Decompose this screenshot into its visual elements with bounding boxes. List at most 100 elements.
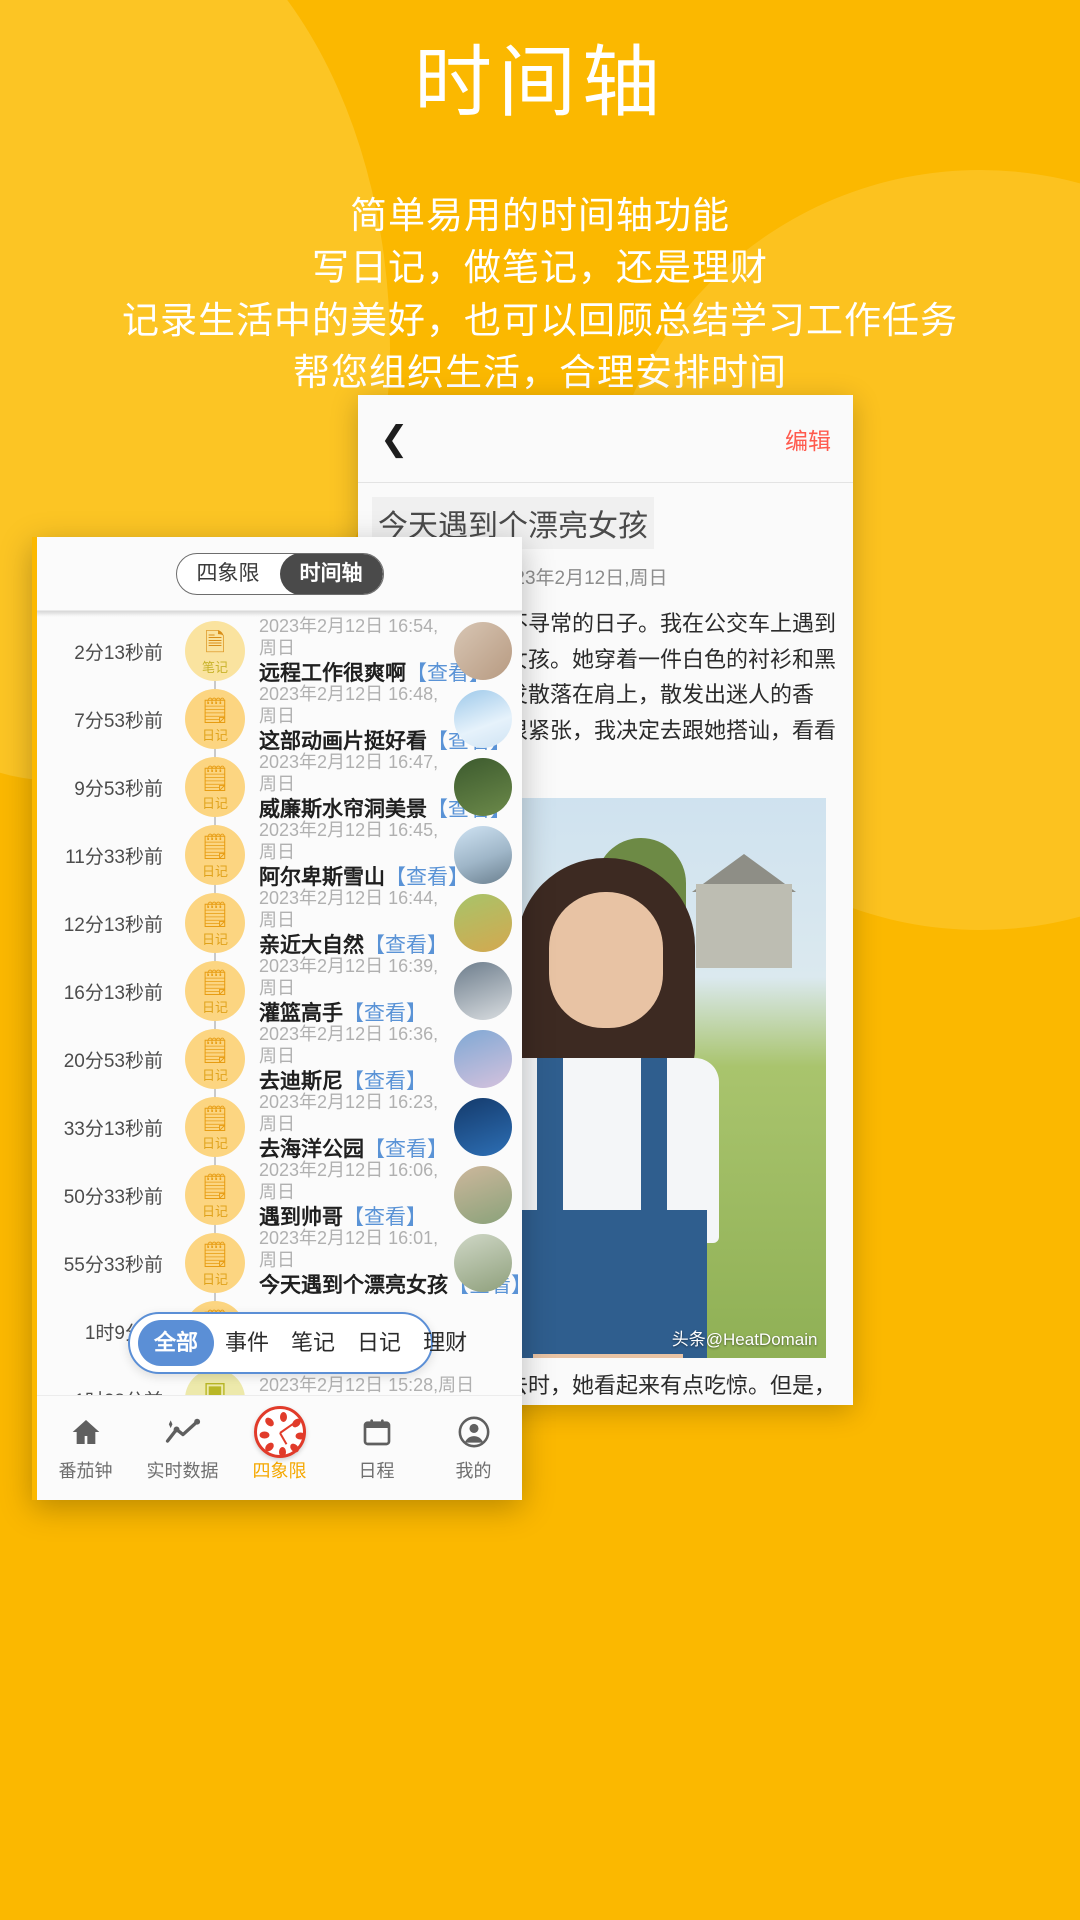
- timeline-row[interactable]: 33分13秒前 🗒 日记 2023年2月12日 16:23,周日 去海洋公园【查…: [37, 1091, 522, 1171]
- timeline-entry-text: 2023年2月12日 16:48,周日 这部动画片挺好看【查看】: [245, 683, 511, 755]
- filter-note[interactable]: 笔记: [280, 1320, 346, 1366]
- timeline-row[interactable]: 7分53秒前 🗒 日记 2023年2月12日 16:48,周日 这部动画片挺好看…: [37, 683, 522, 763]
- timeline-entry-text: 2023年2月12日 16:01,周日 今天遇到个漂亮女孩【查看】: [245, 1227, 522, 1299]
- chevron-left-icon[interactable]: ❮: [380, 422, 409, 456]
- timeline-thumbnail[interactable]: [454, 1030, 512, 1088]
- filter-all[interactable]: 全部: [138, 1320, 215, 1366]
- timeline-date: 2023年2月12日 16:47,周日: [259, 751, 439, 795]
- timeline-node-diary[interactable]: 🗒 日记: [185, 893, 245, 953]
- timeline-thumbnail[interactable]: [454, 1234, 512, 1292]
- timeline-date: 2023年2月12日 16:39,周日: [259, 955, 439, 999]
- timeline-node-diary[interactable]: 🗒 日记: [185, 1165, 245, 1225]
- timeline-node-diary[interactable]: 🗒 日记: [185, 1029, 245, 1089]
- diary-icon: 🗒: [199, 1240, 231, 1269]
- calendar-icon: [361, 1413, 393, 1451]
- timeline-thumbnail[interactable]: [454, 962, 512, 1020]
- hero-line-2: 写日记，做笔记，还是理财: [312, 247, 768, 289]
- timeline-entry-text: 2023年2月12日 16:39,周日 灌篮高手【查看】: [245, 955, 454, 1027]
- diary-icon: 🗒: [199, 1036, 231, 1065]
- timeline-node-kind-label: 日记: [201, 1271, 228, 1287]
- timeline-node-diary[interactable]: 🗒 日记: [185, 1097, 245, 1157]
- timeline-node-diary[interactable]: 🗒 日记: [185, 689, 245, 749]
- timeline-date: 2023年2月12日 16:45,周日: [259, 819, 439, 863]
- segment-quadrant[interactable]: 四象限: [177, 554, 280, 594]
- timeline-node-kind-label: 日记: [201, 863, 228, 879]
- avatar-icon: [457, 1413, 491, 1451]
- timeline-row[interactable]: 20分53秒前 🗒 日记 2023年2月12日 16:36,周日 去迪斯尼【查看…: [37, 1023, 522, 1103]
- timeline-row[interactable]: 11分33秒前 🗒 日记 2023年2月12日 16:45,周日 阿尔卑斯雪山【…: [37, 819, 522, 899]
- diary-icon: 🗒: [199, 1104, 231, 1133]
- view-link[interactable]: 【查看】: [364, 934, 448, 957]
- tab-mine[interactable]: 我的: [425, 1413, 522, 1483]
- view-link[interactable]: 【查看】: [364, 1138, 448, 1161]
- timeline-node-note[interactable]: 🗎 笔记: [185, 621, 245, 681]
- bottom-tabbar: 番茄钟 实时数据 四象限 日程 我的: [37, 1395, 522, 1500]
- timeline-relative-time: 11分33秒前: [65, 846, 163, 868]
- timeline-node-kind-label: 日记: [201, 727, 228, 743]
- timeline-relative-time: 16分13秒前: [63, 982, 163, 1004]
- timeline-node-diary[interactable]: 🗒 日记: [185, 825, 245, 885]
- timeline-relative-time: 33分13秒前: [63, 1118, 163, 1140]
- hero-line-4: 帮您组织生活，合理安排时间: [293, 352, 787, 394]
- timeline-node-kind-label: 日记: [201, 931, 228, 947]
- timeline-row[interactable]: 12分13秒前 🗒 日记 2023年2月12日 16:44,周日 亲近大自然【查…: [37, 887, 522, 967]
- diary-icon: 🗒: [199, 832, 231, 861]
- view-link[interactable]: 【查看】: [343, 1070, 427, 1093]
- view-link[interactable]: 【查看】: [385, 866, 469, 889]
- timeline-thumbnail[interactable]: [454, 690, 512, 748]
- edit-button[interactable]: 编辑: [785, 422, 831, 456]
- timeline-row[interactable]: 9分53秒前 🗒 日记 2023年2月12日 16:47,周日 威廉斯水帘洞美景…: [37, 751, 522, 831]
- timeline-node-diary[interactable]: 🗒 日记: [185, 961, 245, 1021]
- note-icon: 🗎: [204, 628, 226, 657]
- timeline-date: 2023年2月12日 16:06,周日: [259, 1159, 439, 1203]
- timeline-node-kind-label: 日记: [201, 1067, 228, 1083]
- timeline-thumbnail[interactable]: [454, 758, 512, 816]
- timeline-node-kind-label: 日记: [201, 1203, 228, 1219]
- timeline-row[interactable]: 2分13秒前 🗎 笔记 2023年2月12日 16:54,周日 远程工作很爽啊【…: [37, 616, 522, 695]
- timeline-entry-text: 2023年2月12日 16:06,周日 遇到帅哥【查看】: [245, 1159, 454, 1231]
- filter-finance[interactable]: 理财: [412, 1320, 478, 1366]
- timeline-thumbnail[interactable]: [454, 622, 512, 680]
- type-filter-bar: 全部 事件 笔记 日记 理财: [128, 1312, 467, 1374]
- view-mode-switch: 四象限 时间轴: [37, 537, 522, 611]
- timeline-thumbnail[interactable]: [454, 1166, 512, 1224]
- timeline-thumbnail[interactable]: [454, 894, 512, 952]
- timeline-date: 2023年2月12日 16:23,周日: [259, 1091, 439, 1135]
- tab-label: 实时数据: [146, 1461, 219, 1481]
- timeline-thumbnail[interactable]: [454, 826, 512, 884]
- timeline-row[interactable]: 55分33秒前 🗒 日记 2023年2月12日 16:01,周日 今天遇到个漂亮…: [37, 1227, 522, 1307]
- segment-timeline[interactable]: 时间轴: [279, 553, 383, 594]
- timeline-relative-time: 2分13秒前: [74, 642, 163, 664]
- tab-pomodoro[interactable]: 番茄钟: [37, 1413, 134, 1483]
- timeline-list[interactable]: 2分13秒前 🗎 笔记 2023年2月12日 16:54,周日 远程工作很爽啊【…: [37, 611, 522, 1411]
- diary-icon: 🗒: [199, 900, 231, 929]
- filter-diary[interactable]: 日记: [346, 1320, 412, 1366]
- timeline-node-kind-label: 日记: [201, 1135, 228, 1151]
- timeline-relative-time: 20分53秒前: [63, 1050, 163, 1072]
- view-link[interactable]: 【查看】: [343, 1206, 427, 1229]
- tab-schedule[interactable]: 日程: [328, 1413, 425, 1483]
- timeline-node-diary[interactable]: 🗒 日记: [185, 1233, 245, 1293]
- diary-icon: 🗒: [199, 968, 231, 997]
- filter-event[interactable]: 事件: [214, 1320, 280, 1366]
- timeline-row[interactable]: 50分33秒前 🗒 日记 2023年2月12日 16:06,周日 遇到帅哥【查看…: [37, 1159, 522, 1239]
- view-link[interactable]: 【查看】: [343, 1002, 427, 1025]
- timeline-thumbnail[interactable]: [454, 1098, 512, 1156]
- home-icon: [69, 1413, 103, 1451]
- timeline-relative-time: 50分33秒前: [63, 1186, 163, 1208]
- timeline-date: 2023年2月12日 15:28,周日: [259, 1375, 475, 1396]
- timeline-date: 2023年2月12日 16:36,周日: [259, 1023, 439, 1067]
- tab-label: 四象限: [252, 1461, 307, 1481]
- tab-label: 我的: [455, 1461, 492, 1481]
- timeline-relative-time: 12分13秒前: [63, 914, 163, 936]
- chart-icon: [165, 1413, 201, 1451]
- timeline-row[interactable]: 16分13秒前 🗒 日记 2023年2月12日 16:39,周日 灌篮高手【查看…: [37, 955, 522, 1035]
- diary-icon: 🗒: [199, 1172, 231, 1201]
- tab-realtime-data[interactable]: 实时数据: [134, 1413, 231, 1483]
- page-title: 时间轴: [413, 38, 666, 126]
- timeline-entry-text: 2023年2月12日 16:44,周日 亲近大自然【查看】: [245, 887, 454, 959]
- timeline-date: 2023年2月12日 16:44,周日: [259, 887, 439, 931]
- timeline-relative-time: 7分53秒前: [74, 710, 163, 732]
- timeline-node-diary[interactable]: 🗒 日记: [185, 757, 245, 817]
- tab-quadrant[interactable]: 四象限: [231, 1406, 328, 1483]
